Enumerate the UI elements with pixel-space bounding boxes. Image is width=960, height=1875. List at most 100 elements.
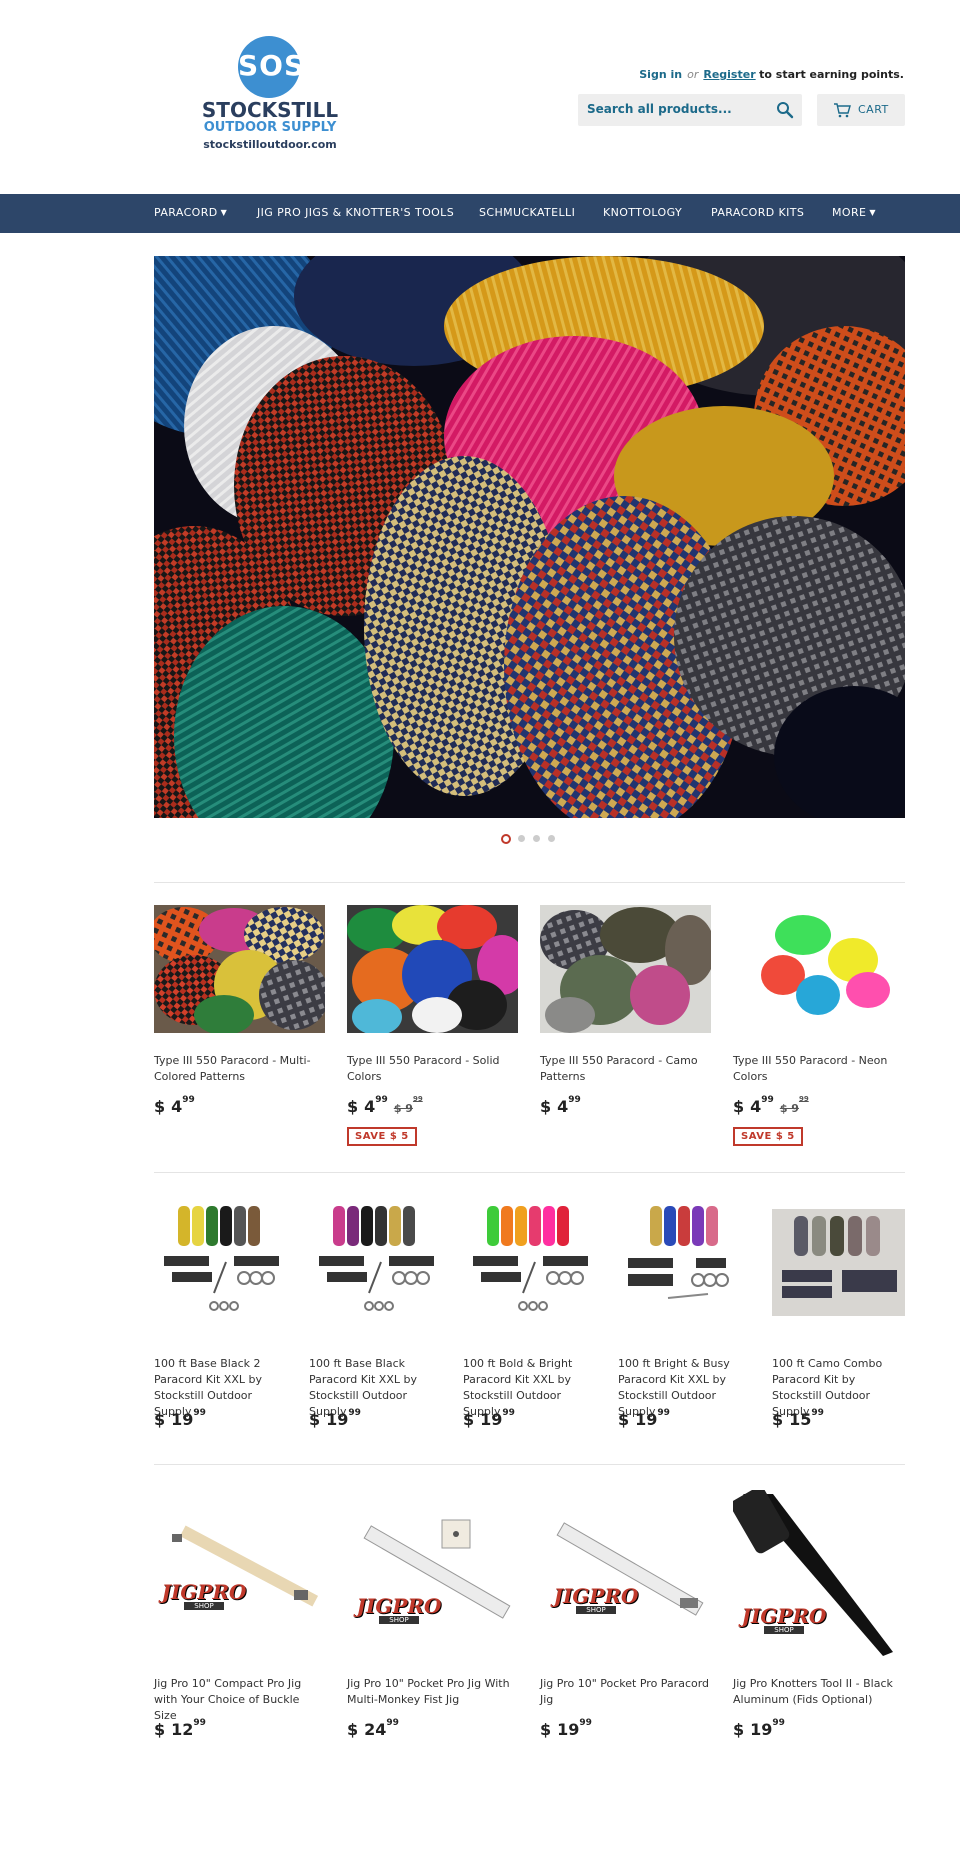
product-image[interactable] xyxy=(772,1198,905,1334)
multicolor-paracord-photo xyxy=(154,905,325,1033)
nav-item-schmuckatelli[interactable]: SCHMUCKATELLI xyxy=(479,206,575,219)
product-image[interactable] xyxy=(463,1198,597,1334)
cart-button[interactable]: CART xyxy=(817,94,905,126)
search-input[interactable]: Search all products... xyxy=(578,94,802,126)
product-image[interactable] xyxy=(154,905,325,1033)
price-cents: 99 xyxy=(657,1408,670,1418)
logo-emblem: SOS xyxy=(238,36,306,98)
product-title[interactable]: Jig Pro Knotters Tool II - Black Aluminu… xyxy=(733,1676,904,1708)
logo-emblem-letters: SOS xyxy=(238,49,306,82)
nav-item-jig-pro[interactable]: JIG PRO JIGS & KNOTTER'S TOOLS xyxy=(257,206,454,219)
kit-bold-bright-photo xyxy=(463,1198,597,1334)
product-price: $1999 xyxy=(540,1718,592,1739)
register-link[interactable]: Register xyxy=(703,68,755,81)
price-amount: 19 xyxy=(326,1410,349,1429)
product-title[interactable]: Jig Pro 10" Pocket Pro Jig With Multi-Mo… xyxy=(347,1676,518,1708)
jig-pro-pocket-photo xyxy=(540,1490,711,1660)
camo-paracord-photo xyxy=(540,905,711,1033)
jigpro-logo-text: JIGPRO xyxy=(553,1584,639,1608)
price-cents: 99 xyxy=(772,1718,785,1728)
kit-camo-combo-photo xyxy=(772,1198,905,1334)
product-image[interactable] xyxy=(154,1490,325,1660)
price-cents: 99 xyxy=(811,1408,824,1418)
product-title[interactable]: Type III 550 Paracord - Neon Colors xyxy=(733,1053,904,1085)
product-image[interactable] xyxy=(540,905,711,1033)
price-cents: 99 xyxy=(375,1095,388,1105)
jigpro-logo-subtext: SHOP xyxy=(576,1606,616,1614)
nav-item-paracord-kits[interactable]: PARACORD KITS xyxy=(711,206,804,219)
section-divider xyxy=(154,882,905,883)
jigpro-logo-subtext: SHOP xyxy=(379,1616,419,1624)
slide-dot-4[interactable] xyxy=(548,835,555,842)
product-title[interactable]: Jig Pro 10" Compact Pro Jig with Your Ch… xyxy=(154,1676,325,1724)
price-currency: $ xyxy=(733,1097,745,1116)
price-currency: $ xyxy=(154,1720,166,1739)
compare-cents: 99 xyxy=(798,1095,809,1103)
price-cents: 99 xyxy=(348,1408,361,1418)
product-image[interactable] xyxy=(540,1490,711,1660)
jigpro-logo-subtext: SHOP xyxy=(184,1602,224,1610)
price-amount: 4 xyxy=(171,1097,183,1116)
account-or-text: or xyxy=(687,68,699,81)
price-currency: $ xyxy=(309,1410,321,1429)
product-image[interactable] xyxy=(154,1198,288,1334)
product-image[interactable] xyxy=(309,1198,443,1334)
section-divider xyxy=(154,1464,905,1465)
price-amount: 19 xyxy=(171,1410,194,1429)
price-cents: 99 xyxy=(193,1718,206,1728)
hero-slideshow-image[interactable] xyxy=(154,256,905,818)
price-cents: 99 xyxy=(193,1408,206,1418)
jigpro-logo: JIGPRO SHOP xyxy=(550,1584,642,1620)
product-image[interactable] xyxy=(347,905,518,1033)
jigpro-logo: JIGPRO SHOP xyxy=(158,1580,250,1616)
solid-paracord-photo xyxy=(347,905,518,1033)
nav-item-label: JIG PRO JIGS & KNOTTER'S TOOLS xyxy=(257,206,455,219)
logo-brand-url: stockstilloutdoor.com xyxy=(203,138,337,151)
slide-dot-2[interactable] xyxy=(518,835,525,842)
price-currency: $ xyxy=(347,1097,359,1116)
jigpro-logo: JIGPRO SHOP xyxy=(353,1594,445,1630)
price-currency: $ xyxy=(154,1097,166,1116)
jigpro-logo-subtext: SHOP xyxy=(764,1626,804,1634)
account-promo-text: to start earning points. xyxy=(759,68,904,81)
price-cents: 99 xyxy=(182,1095,195,1105)
nav-item-knottology[interactable]: KNOTTOLOGY xyxy=(603,206,682,219)
product-price: $1599 xyxy=(772,1408,824,1429)
nav-item-label: PARACORD xyxy=(154,206,218,219)
price-amount: 4 xyxy=(750,1097,762,1116)
product-image[interactable] xyxy=(347,1490,518,1660)
product-price: $1299 xyxy=(154,1718,206,1739)
product-image[interactable] xyxy=(733,905,904,1033)
product-price: $499$ 999 xyxy=(347,1095,423,1116)
search-icon[interactable] xyxy=(776,101,794,119)
compare-cents: 99 xyxy=(412,1095,423,1103)
site-header: SOS STOCKSTILL OUTDOOR SUPPLY stockstill… xyxy=(0,0,960,194)
price-currency: $ xyxy=(347,1720,359,1739)
product-price: $1999 xyxy=(154,1408,206,1429)
price-currency: $ xyxy=(772,1410,784,1429)
product-title[interactable]: Jig Pro 10" Pocket Pro Paracord Jig xyxy=(540,1676,711,1708)
product-title[interactable]: Type III 550 Paracord - Camo Patterns xyxy=(540,1053,711,1085)
chevron-down-icon: ▼ xyxy=(869,208,876,217)
price-currency: $ xyxy=(618,1410,630,1429)
product-image[interactable] xyxy=(618,1198,752,1334)
site-logo[interactable]: SOS STOCKSTILL OUTDOOR SUPPLY stockstill… xyxy=(190,32,350,158)
section-divider xyxy=(154,1172,905,1173)
slide-dot-3[interactable] xyxy=(533,835,540,842)
price-amount: 12 xyxy=(171,1720,194,1739)
price-amount: 4 xyxy=(557,1097,569,1116)
slide-dot-1[interactable] xyxy=(501,834,511,844)
product-title[interactable]: Type III 550 Paracord - Multi-Colored Pa… xyxy=(154,1053,325,1085)
product-title[interactable]: Type III 550 Paracord - Solid Colors xyxy=(347,1053,518,1085)
nav-item-paracord[interactable]: PARACORD ▼ xyxy=(154,206,227,219)
nav-item-more[interactable]: MORE ▼ xyxy=(832,206,876,219)
price-cents: 99 xyxy=(568,1095,581,1105)
product-price: $1999 xyxy=(618,1408,670,1429)
compare-at-price: $ 999 xyxy=(780,1095,809,1115)
product-price: $499 xyxy=(540,1095,581,1116)
sign-in-link[interactable]: Sign in xyxy=(639,68,682,81)
price-amount: 19 xyxy=(635,1410,658,1429)
product-price: $1999 xyxy=(309,1408,361,1429)
nav-item-label: PARACORD KITS xyxy=(711,206,805,219)
jigpro-logo-text: JIGPRO xyxy=(356,1594,442,1618)
